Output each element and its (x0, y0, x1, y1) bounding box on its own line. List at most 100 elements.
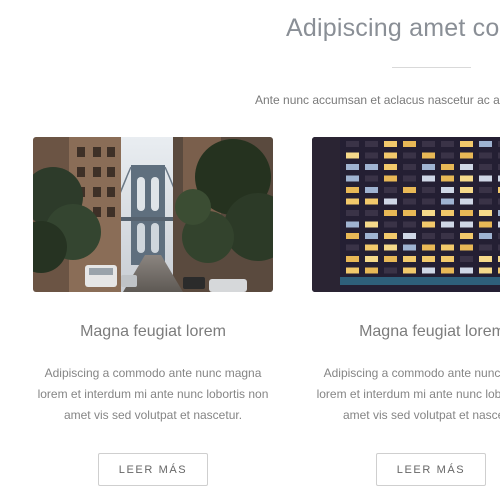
building-window (346, 152, 359, 159)
building-window (365, 210, 378, 216)
building-window (422, 256, 435, 262)
building-window (384, 256, 397, 262)
read-more-button[interactable]: LEER MÁS (98, 453, 208, 486)
building-window (384, 198, 397, 205)
building-window (365, 267, 378, 274)
building-window (479, 164, 492, 170)
building-window (346, 233, 359, 239)
building-window (441, 221, 454, 228)
building-window (460, 164, 473, 170)
building-window (460, 233, 473, 239)
building-window (460, 221, 473, 228)
building-window (346, 175, 359, 182)
building-window (365, 152, 378, 159)
building-window (479, 141, 492, 147)
building-night-photo (312, 137, 500, 292)
building-window (403, 187, 416, 193)
building-window (422, 175, 435, 182)
building-window (403, 233, 416, 239)
building-window (403, 141, 416, 147)
building-window (441, 152, 454, 159)
building-window (384, 141, 397, 147)
building-window (422, 244, 435, 251)
card-title: Magna feugiat lorem (359, 323, 500, 340)
building-window (422, 267, 435, 274)
building-window (365, 198, 378, 205)
building-window (479, 233, 492, 239)
building-window (403, 210, 416, 216)
building-window (479, 210, 492, 216)
building-window (460, 210, 473, 216)
building-window (365, 244, 378, 251)
building-window (460, 198, 473, 205)
building-window (441, 164, 454, 170)
building-window (422, 152, 435, 159)
building-window (479, 221, 492, 228)
building-window (346, 187, 359, 193)
building-window (403, 175, 416, 182)
building-window (403, 244, 416, 251)
building-window (403, 152, 416, 159)
building-window (346, 164, 359, 170)
building-window (403, 198, 416, 205)
building-window (460, 256, 473, 262)
building-window (365, 164, 378, 170)
building-window (422, 164, 435, 170)
building-window (441, 244, 454, 251)
building-window (441, 267, 454, 274)
read-more-button[interactable]: LEER MÁS (376, 453, 486, 486)
page: Adipiscing amet con Ante nunc accumsan e… (0, 0, 500, 500)
feature-card-1: Magna feugiat lorem Adipiscing a commodo… (33, 137, 273, 486)
building-window (460, 187, 473, 193)
building-window (479, 256, 492, 262)
building-window (479, 267, 492, 274)
building-window (441, 141, 454, 147)
card-description: Adipiscing a commodo ante nunc magna lor… (312, 363, 500, 426)
building-window (479, 152, 492, 159)
building-window (441, 175, 454, 182)
building-window (346, 256, 359, 262)
building-window (403, 221, 416, 228)
building-window (479, 244, 492, 251)
building-window (365, 221, 378, 228)
building-window (365, 233, 378, 239)
section-subtitle: Ante nunc accumsan et aclacus nascetur a… (255, 93, 500, 107)
card-image-building-night (312, 137, 500, 292)
card-text-line: amet vis sed volutpat et nascetur. (342, 408, 500, 422)
section-title: Adipiscing amet con (286, 14, 500, 42)
building-window (422, 233, 435, 239)
building-window (460, 141, 473, 147)
card-description: Adipiscing a commodo ante nunc magna lor… (33, 363, 273, 426)
card-title: Magna feugiat lorem (80, 323, 226, 340)
building-window (365, 141, 378, 147)
title-divider (392, 67, 471, 68)
building-window (346, 267, 359, 274)
card-text-line: lorem et interdum mi ante nunc lobortis … (37, 387, 269, 401)
card-text-line: Adipiscing a commodo ante nunc magna (44, 366, 262, 380)
building-window (384, 187, 397, 193)
building-window (460, 152, 473, 159)
building-window (441, 256, 454, 262)
building-window (403, 164, 416, 170)
building-window (384, 210, 397, 216)
card-text-line: Adipiscing a commodo ante nunc magna (323, 366, 500, 380)
card-text-line: amet vis sed volutpat et nascetur. (63, 408, 243, 422)
building-window (403, 267, 416, 274)
building-window (384, 175, 397, 182)
building-window (384, 267, 397, 274)
building-window (460, 175, 473, 182)
building-window (384, 233, 397, 239)
building-window (346, 221, 359, 228)
building-window (365, 175, 378, 182)
building-window (384, 244, 397, 251)
building-window (346, 198, 359, 205)
building-window (441, 210, 454, 216)
building-window (422, 198, 435, 205)
building-window (460, 267, 473, 274)
building-window (346, 210, 359, 216)
building-window (479, 175, 492, 182)
building-window (422, 210, 435, 216)
card-text-line: lorem et interdum mi ante nunc lobortis … (316, 387, 500, 401)
building-window (365, 187, 378, 193)
building-window (441, 198, 454, 205)
